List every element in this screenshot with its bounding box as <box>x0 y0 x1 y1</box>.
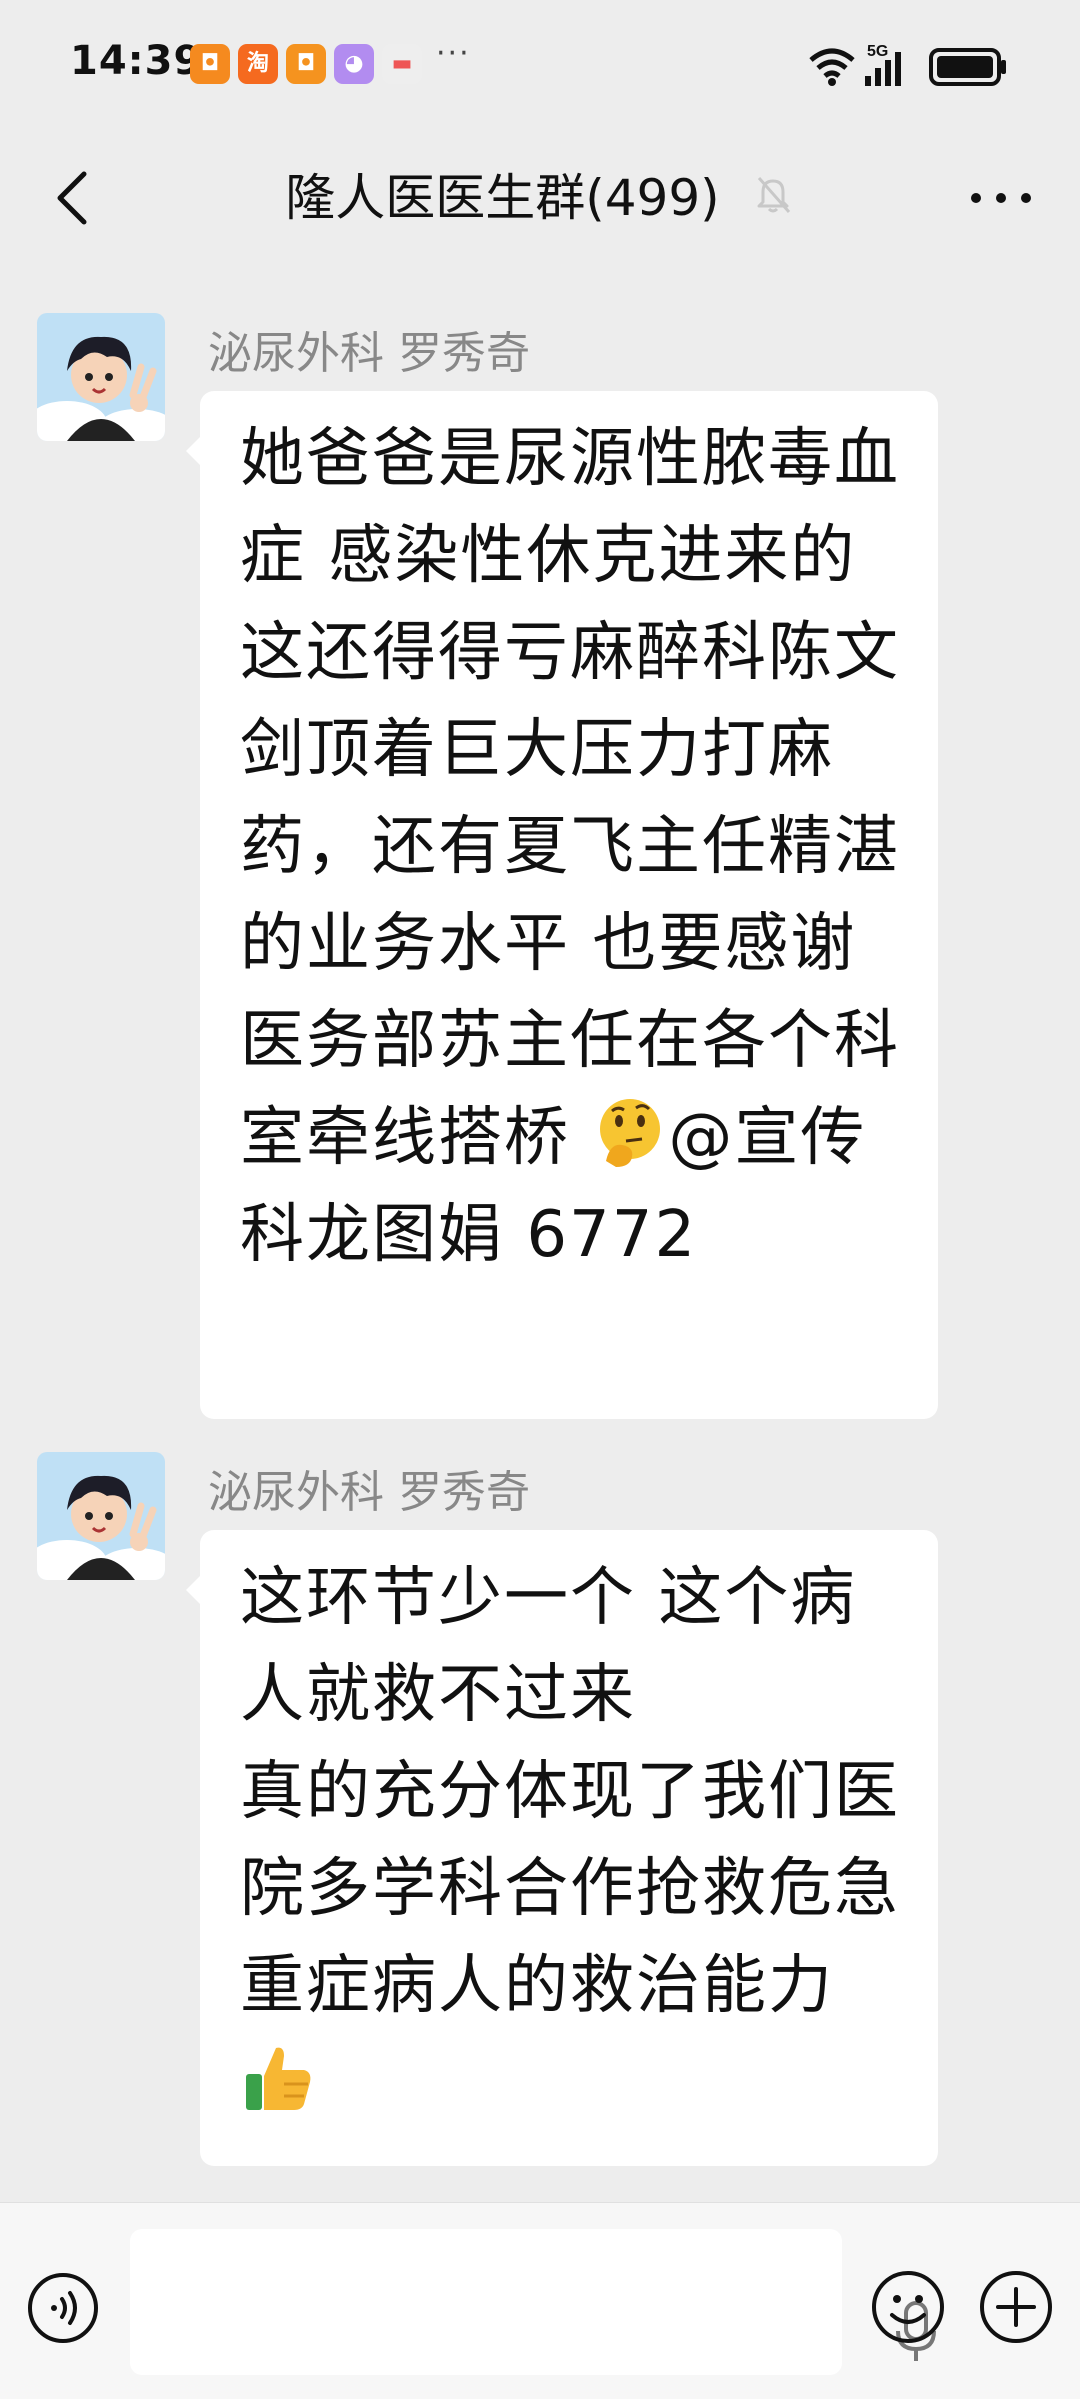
assistant-app-icon: ◕ <box>334 44 374 84</box>
status-bar: 14:39 ◘ 淘 ◘ ◕ ▬ ··· 5G <box>0 0 1080 130</box>
thumbs-up-emoji <box>246 2047 311 2110</box>
chat-title: 隆人医医生群(499) <box>285 169 720 227</box>
sender-name: 泌尿外科 罗秀奇 <box>208 1467 530 1518</box>
emoji-icon[interactable] <box>868 2267 948 2347</box>
message-input[interactable] <box>130 2229 936 2375</box>
message-item: 泌尿外科 罗秀奇 这环节少一个 这个病人就救不过来 真的充分体现了我们医院多学科… <box>0 1452 1080 2172</box>
voice-input-icon[interactable] <box>26 2271 100 2345</box>
message-text[interactable]: 她爸爸是尿源性脓毒血症 感染性休克进来的 这还得得亏麻醉科陈文剑顶着巨大压力打麻… <box>240 411 906 1284</box>
avatar[interactable] <box>37 313 165 441</box>
muted-bell-icon <box>757 177 790 213</box>
message-bubble[interactable]: 这环节少一个 这个病人就救不过来 真的充分体现了我们医院多学科合作抢救危急重症病… <box>186 1530 938 2166</box>
input-bar <box>0 2202 1080 2399</box>
battery-icon <box>929 48 1006 86</box>
sender-name: 泌尿外科 罗秀奇 <box>208 328 530 379</box>
chat-header: 隆人医医生群(499) <box>0 130 1080 266</box>
network-type: 5G <box>867 43 888 60</box>
taobao-icon: 淘 <box>238 44 278 84</box>
notification-overflow: ··· <box>436 36 471 71</box>
more-options-icon[interactable] <box>966 170 1036 226</box>
status-time: 14:39 <box>70 38 203 84</box>
app-notification-icon: ◘ <box>286 44 326 84</box>
wallet-app-icon: ▬ <box>382 44 422 84</box>
add-attachment-icon[interactable] <box>976 2267 1056 2347</box>
status-icons: 5G <box>809 43 1006 86</box>
avatar[interactable] <box>37 1452 165 1580</box>
wifi-icon <box>809 48 855 86</box>
message-text[interactable]: 这环节少一个 这个病人就救不过来 真的充分体现了我们医院多学科合作抢救危急重症病… <box>240 1550 906 2132</box>
message-bubble[interactable]: 她爸爸是尿源性脓毒血症 感染性休克进来的 这还得得亏麻醉科陈文剑顶着巨大压力打麻… <box>186 391 938 1419</box>
message-item: 泌尿外科 罗秀奇 她爸爸是尿源性脓毒血症 感染性休克进来的 这还得得亏麻醉科陈文… <box>0 313 1080 1423</box>
thinking-face-emoji <box>600 1099 661 1167</box>
app-notification-icon: ◘ <box>190 44 230 84</box>
